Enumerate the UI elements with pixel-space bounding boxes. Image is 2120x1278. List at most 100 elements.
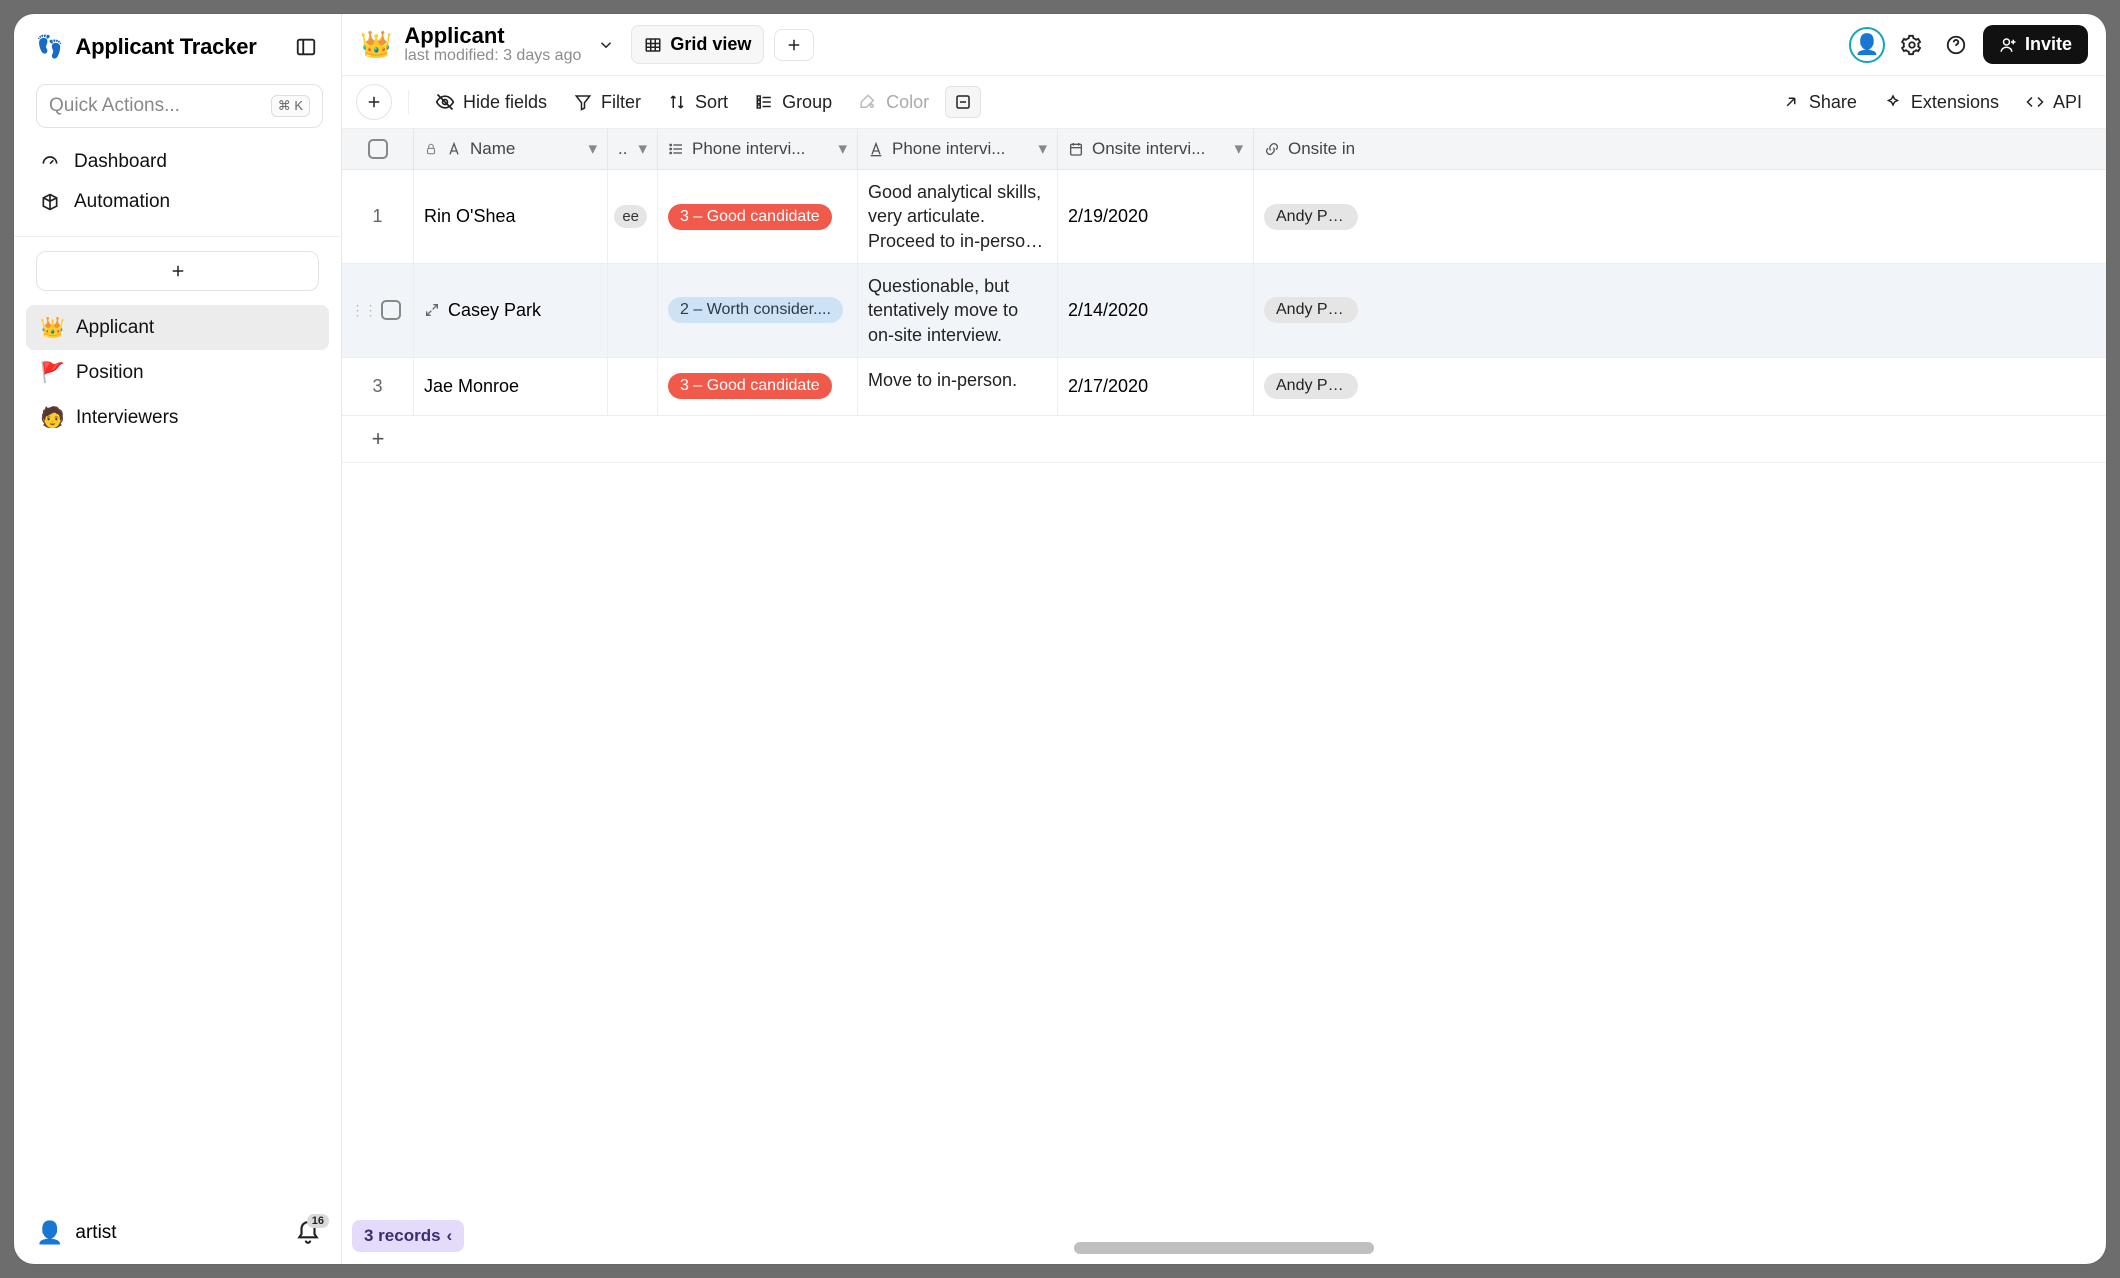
chevron-down-icon[interactable]: ▾	[1234, 139, 1243, 159]
cell-onsite-interviewer[interactable]: Andy Park	[1254, 264, 1368, 357]
chevron-down-icon[interactable]: ▾	[638, 139, 647, 159]
quick-actions-input[interactable]: Quick Actions... ⌘ K	[36, 84, 323, 128]
sidebar-header: 👣 Applicant Tracker	[14, 14, 341, 74]
gauge-icon	[40, 152, 62, 172]
cell-name[interactable]: Casey Park	[414, 264, 608, 357]
cell-onsite-date[interactable]: 2/19/2020	[1058, 170, 1254, 263]
share-button[interactable]: Share	[1771, 86, 1867, 119]
chevron-down-icon[interactable]: ▾	[588, 139, 597, 159]
grid-header-row: Name ▾ .. ▾ Phone intervi... ▾ Phone int…	[342, 129, 2106, 170]
cell-phone-notes[interactable]: Good analytical skills, very articulate.…	[858, 170, 1058, 263]
notification-count-badge: 16	[307, 1214, 329, 1228]
cell-onsite-interviewer[interactable]: Andy Park	[1254, 170, 1368, 263]
app-window: 👣 Applicant Tracker Quick Actions... ⌘ K…	[14, 14, 2106, 1264]
sidebar-table-label: Applicant	[76, 317, 154, 339]
grid-body: 1Rin O'Sheaee3 – Good candidateGood anal…	[342, 170, 2106, 416]
cell-onsite-interviewer[interactable]: Andy Park	[1254, 358, 1368, 415]
chevron-down-icon[interactable]: ▾	[838, 139, 847, 159]
sidebar: 👣 Applicant Tracker Quick Actions... ⌘ K…	[14, 14, 342, 1264]
cell-phone-score[interactable]: 3 – Good candidate	[658, 170, 858, 263]
color-button[interactable]: Color	[848, 86, 939, 119]
cell-onsite-date[interactable]: 2/14/2020	[1058, 264, 1254, 357]
cell-name[interactable]: Rin O'Shea	[414, 170, 608, 263]
expand-record-icon[interactable]	[424, 302, 440, 318]
text-icon	[446, 141, 462, 157]
cell-phone-notes[interactable]: Move to in-person.	[858, 358, 1058, 415]
sidebar-table-applicant[interactable]: 👑 Applicant	[26, 305, 329, 350]
sidebar-item-label: Automation	[74, 191, 170, 213]
api-button[interactable]: API	[2015, 86, 2092, 119]
view-picker-button[interactable]: Grid view	[631, 25, 764, 64]
cell-phone-score[interactable]: 3 – Good candidate	[658, 358, 858, 415]
record-count-pill[interactable]: 3 records ‹	[352, 1220, 464, 1252]
collapse-sidebar-button[interactable]	[289, 30, 323, 64]
sidebar-table-label: Position	[76, 362, 144, 384]
drag-handle-icon[interactable]: ⋮⋮	[351, 302, 377, 319]
view-label: Grid view	[670, 34, 751, 55]
notifications-button[interactable]: 16	[295, 1220, 321, 1246]
link-icon	[1264, 141, 1280, 157]
column-header-onsite-interviewer[interactable]: Onsite in	[1254, 129, 1368, 169]
code-icon	[2025, 93, 2045, 111]
sidebar-table-label: Interviewers	[76, 407, 178, 429]
extensions-button[interactable]: Extensions	[1873, 86, 2009, 119]
group-button[interactable]: Group	[744, 86, 842, 119]
settings-button[interactable]	[1895, 28, 1929, 62]
sidebar-table-position[interactable]: 🚩 Position	[26, 350, 329, 395]
invite-label: Invite	[2025, 34, 2072, 55]
cell-phone-notes[interactable]: Questionable, but tentatively move to on…	[858, 264, 1058, 357]
table-emoji-icon: 👑	[360, 29, 392, 60]
table-row[interactable]: 1Rin O'Sheaee3 – Good candidateGood anal…	[342, 170, 2106, 264]
add-row-button[interactable]: +	[358, 426, 398, 452]
cube-icon	[40, 192, 62, 212]
checkbox-icon	[368, 139, 388, 159]
current-user-avatar[interactable]: 👤	[1849, 27, 1885, 63]
horizontal-scrollbar[interactable]	[1074, 1242, 1374, 1254]
column-header-phone-score[interactable]: Phone intervi... ▾	[658, 129, 858, 169]
cell-truncated[interactable]	[608, 264, 658, 357]
cell-name[interactable]: Jae Monroe	[414, 358, 608, 415]
cell-phone-score[interactable]: 2 – Worth consider....	[658, 264, 858, 357]
table-menu-button[interactable]	[591, 30, 621, 60]
invite-button[interactable]: Invite	[1983, 25, 2088, 64]
sort-button[interactable]: Sort	[657, 86, 738, 119]
sidebar-table-interviewers[interactable]: 🧑 Interviewers	[26, 395, 329, 440]
lock-icon	[424, 142, 438, 156]
column-header-truncated[interactable]: .. ▾	[608, 129, 658, 169]
row-height-button[interactable]	[945, 86, 981, 118]
hide-fields-button[interactable]: Hide fields	[425, 86, 557, 119]
cell-truncated[interactable]	[608, 358, 658, 415]
add-view-button[interactable]	[774, 29, 814, 61]
add-record-button[interactable]	[356, 84, 392, 120]
score-pill: 3 – Good candidate	[668, 373, 832, 399]
table-row[interactable]: 3Jae Monroe3 – Good candidateMove to in-…	[342, 358, 2106, 416]
add-row: +	[342, 416, 2106, 463]
last-modified-label: last modified: 3 days ago	[404, 47, 581, 65]
add-table-button[interactable]	[36, 251, 319, 291]
select-all-header[interactable]	[342, 129, 414, 169]
sidebar-item-label: Dashboard	[74, 151, 167, 173]
user-avatar-icon[interactable]: 👤	[36, 1220, 63, 1246]
sidebar-item-dashboard[interactable]: Dashboard	[26, 142, 329, 182]
cell-onsite-date[interactable]: 2/17/2020	[1058, 358, 1254, 415]
color-icon	[858, 93, 878, 111]
emoji-icon: 🚩	[40, 360, 64, 385]
column-header-name[interactable]: Name ▾	[414, 129, 608, 169]
filter-button[interactable]: Filter	[563, 86, 651, 119]
table-heading: 👑 Applicant last modified: 3 days ago	[360, 24, 581, 65]
row-checkbox[interactable]	[381, 300, 401, 320]
list-icon	[668, 141, 684, 157]
help-button[interactable]	[1939, 28, 1973, 62]
longtext-icon	[868, 141, 884, 157]
table-row[interactable]: ⋮⋮ Casey Park 2 – Worth consider....Quest…	[342, 264, 2106, 358]
calendar-icon	[1068, 141, 1084, 157]
separator	[408, 90, 409, 114]
column-header-onsite-date[interactable]: Onsite intervi... ▾	[1058, 129, 1254, 169]
sidebar-item-automation[interactable]: Automation	[26, 182, 329, 222]
chevron-down-icon[interactable]: ▾	[1038, 139, 1047, 159]
grid: Name ▾ .. ▾ Phone intervi... ▾ Phone int…	[342, 129, 2106, 1212]
column-header-phone-notes[interactable]: Phone intervi... ▾	[858, 129, 1058, 169]
cell-truncated[interactable]: ee	[608, 170, 658, 263]
sidebar-tables: 👑 Applicant 🚩 Position 🧑 Interviewers	[14, 305, 341, 440]
username-label: artist	[75, 1222, 283, 1244]
